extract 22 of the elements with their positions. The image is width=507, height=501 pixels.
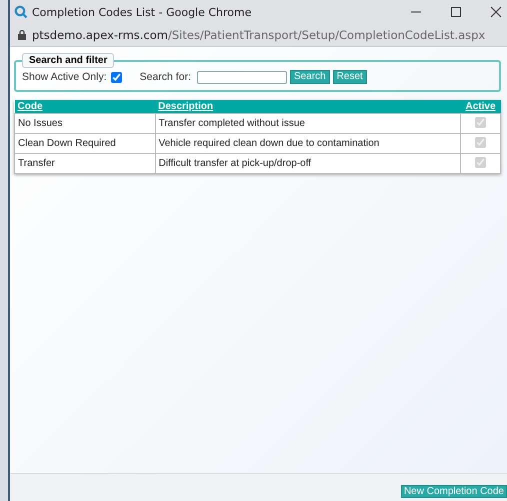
column-header[interactable]: Code [14, 100, 156, 114]
close-icon[interactable] [489, 5, 503, 19]
table-cell: No Issues [14, 114, 156, 134]
table-cell: Transfer completed without issue [155, 114, 460, 134]
window-title: Completion Codes List - Google Chrome [32, 6, 253, 18]
app-icon [14, 5, 28, 19]
active-only-checkbox[interactable] [110, 72, 122, 82]
search-field[interactable] [196, 70, 287, 84]
active-only-label: Show Active Only: [22, 71, 107, 83]
column-header[interactable]: Description [155, 100, 460, 114]
new-completion-code-button[interactable]: New Completion Code [400, 485, 507, 498]
filter-legend: Search and filter [22, 53, 114, 68]
table-cell: Clean Down Required [14, 134, 156, 154]
reset-button[interactable]: Reset [332, 70, 367, 84]
column-header[interactable]: Active [460, 100, 500, 114]
table-cell: Difficult transfer at pick-up/drop-off [155, 154, 460, 174]
maximize-icon[interactable] [449, 5, 463, 19]
search-label: Search for: [140, 71, 191, 83]
lock-icon [18, 30, 26, 40]
search-button[interactable]: Search [290, 70, 330, 84]
table-cell: Transfer [14, 154, 156, 174]
table-cell: Vehicle required clean down due to contamination [155, 134, 460, 154]
